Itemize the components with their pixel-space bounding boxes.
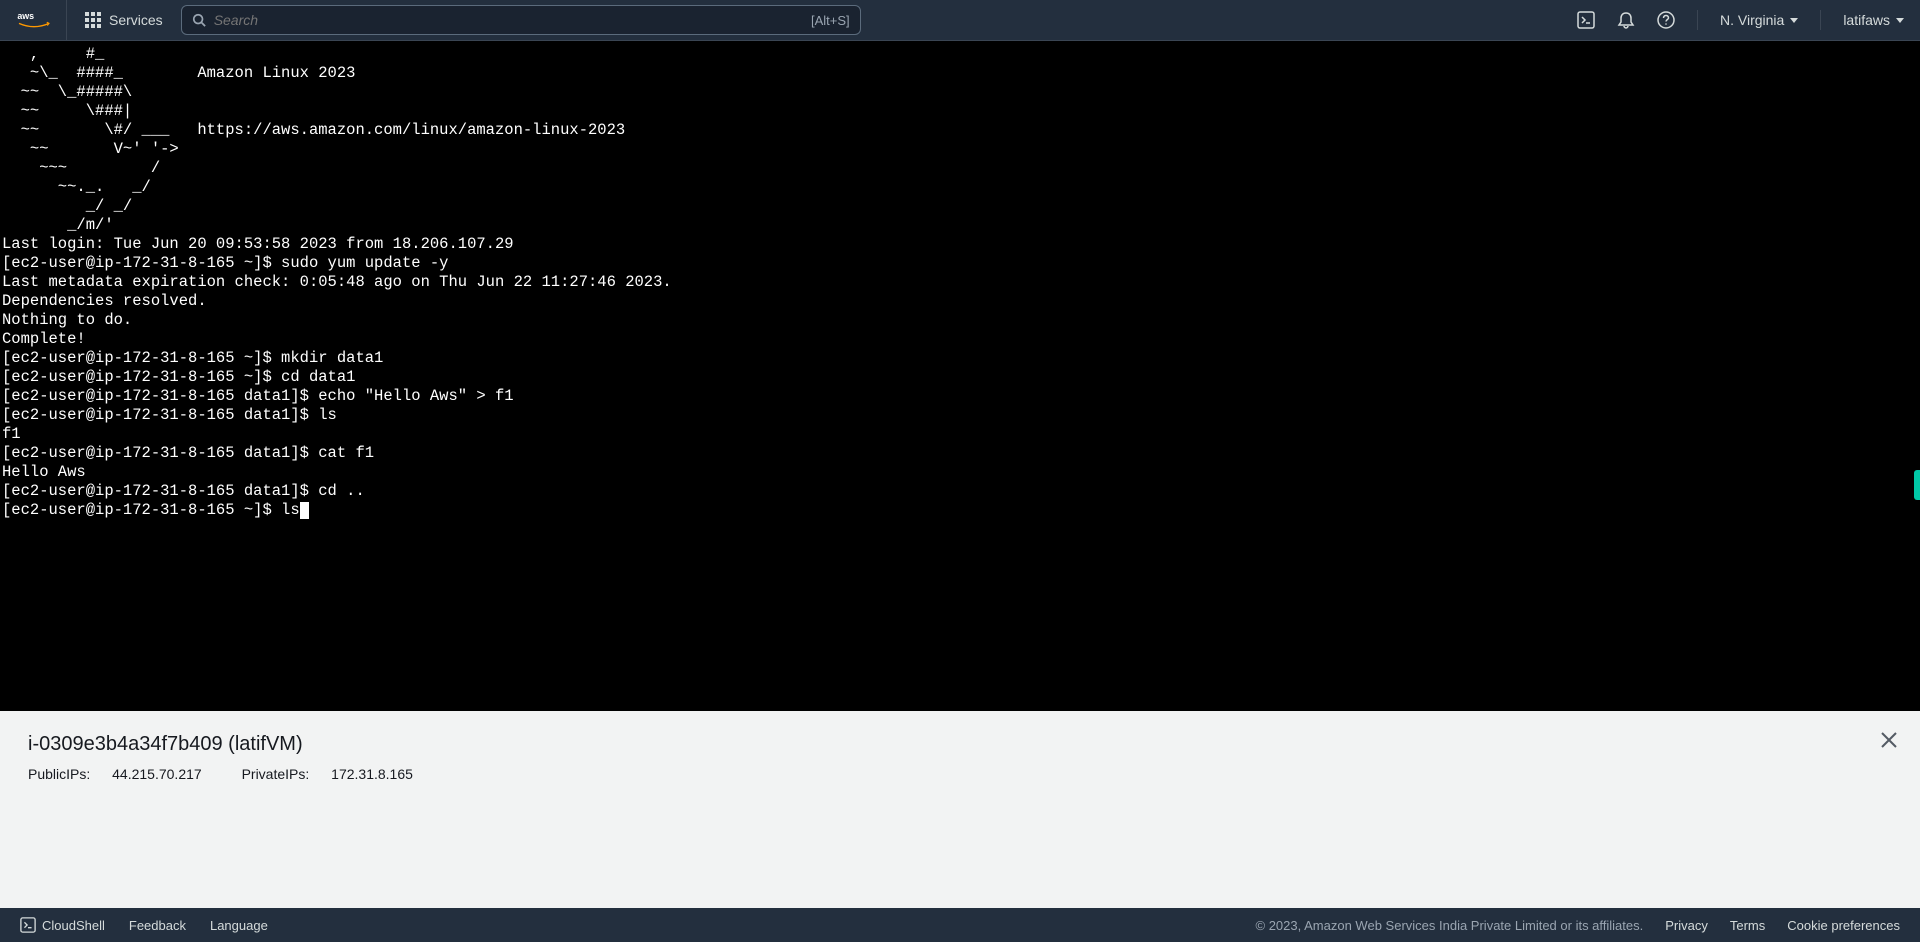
search-box[interactable]: [Alt+S] xyxy=(181,5,861,35)
top-nav: aws Services [Alt+S] N. Virginia xyxy=(0,0,1920,41)
terminal-text: , #_ ~\_ ####_ Amazon Linux 2023 ~~ \_##… xyxy=(2,45,672,519)
footer-right: © 2023, Amazon Web Services India Privat… xyxy=(1256,918,1900,933)
account-label: latifaws xyxy=(1843,12,1890,28)
instance-info-panel: i-0309e3b4a34f7b409 (latifVM) PublicIPs:… xyxy=(0,711,1920,911)
footer-left: CloudShell Feedback Language xyxy=(20,917,268,933)
svg-text:aws: aws xyxy=(17,11,34,21)
notifications-icon[interactable] xyxy=(1617,11,1635,29)
chevron-down-icon xyxy=(1790,18,1798,23)
instance-ips: PublicIPs: 44.215.70.217 PrivateIPs: 172… xyxy=(28,766,1892,782)
public-ip: PublicIPs: 44.215.70.217 xyxy=(28,766,220,782)
terms-link[interactable]: Terms xyxy=(1730,918,1765,933)
services-label: Services xyxy=(109,12,163,28)
divider xyxy=(1820,10,1821,30)
private-ip: PrivateIPs: 172.31.8.165 xyxy=(242,766,431,782)
language-link[interactable]: Language xyxy=(210,918,268,933)
topnav-right: N. Virginia latifaws xyxy=(1577,10,1904,30)
cloudshell-button[interactable]: CloudShell xyxy=(20,917,105,933)
search-icon xyxy=(192,13,206,27)
region-label: N. Virginia xyxy=(1720,12,1784,28)
services-button[interactable]: Services xyxy=(79,12,169,28)
search-input[interactable] xyxy=(214,12,811,28)
search-shortcut: [Alt+S] xyxy=(811,13,850,28)
instance-title: i-0309e3b4a34f7b409 (latifVM) xyxy=(28,733,1892,756)
grid-icon xyxy=(85,12,101,28)
copyright-text: © 2023, Amazon Web Services India Privat… xyxy=(1256,918,1644,933)
region-selector[interactable]: N. Virginia xyxy=(1720,12,1798,28)
aws-logo[interactable]: aws xyxy=(16,0,67,40)
privacy-link[interactable]: Privacy xyxy=(1665,918,1708,933)
terminal-output[interactable]: , #_ ~\_ ####_ Amazon Linux 2023 ~~ \_##… xyxy=(0,41,1920,711)
chevron-down-icon xyxy=(1896,18,1904,23)
close-button[interactable] xyxy=(1880,729,1898,755)
terminal-cursor xyxy=(300,502,309,519)
cloudshell-icon xyxy=(20,917,36,933)
aws-logo-icon: aws xyxy=(16,10,52,30)
cloudshell-label: CloudShell xyxy=(42,918,105,933)
help-icon[interactable] xyxy=(1657,11,1675,29)
account-selector[interactable]: latifaws xyxy=(1843,12,1904,28)
cookies-link[interactable]: Cookie preferences xyxy=(1787,918,1900,933)
cloudshell-icon[interactable] xyxy=(1577,11,1595,29)
close-icon xyxy=(1880,731,1898,749)
scroll-accent xyxy=(1914,470,1920,500)
divider xyxy=(1697,10,1698,30)
feedback-link[interactable]: Feedback xyxy=(129,918,186,933)
footer: CloudShell Feedback Language © 2023, Ama… xyxy=(0,908,1920,942)
